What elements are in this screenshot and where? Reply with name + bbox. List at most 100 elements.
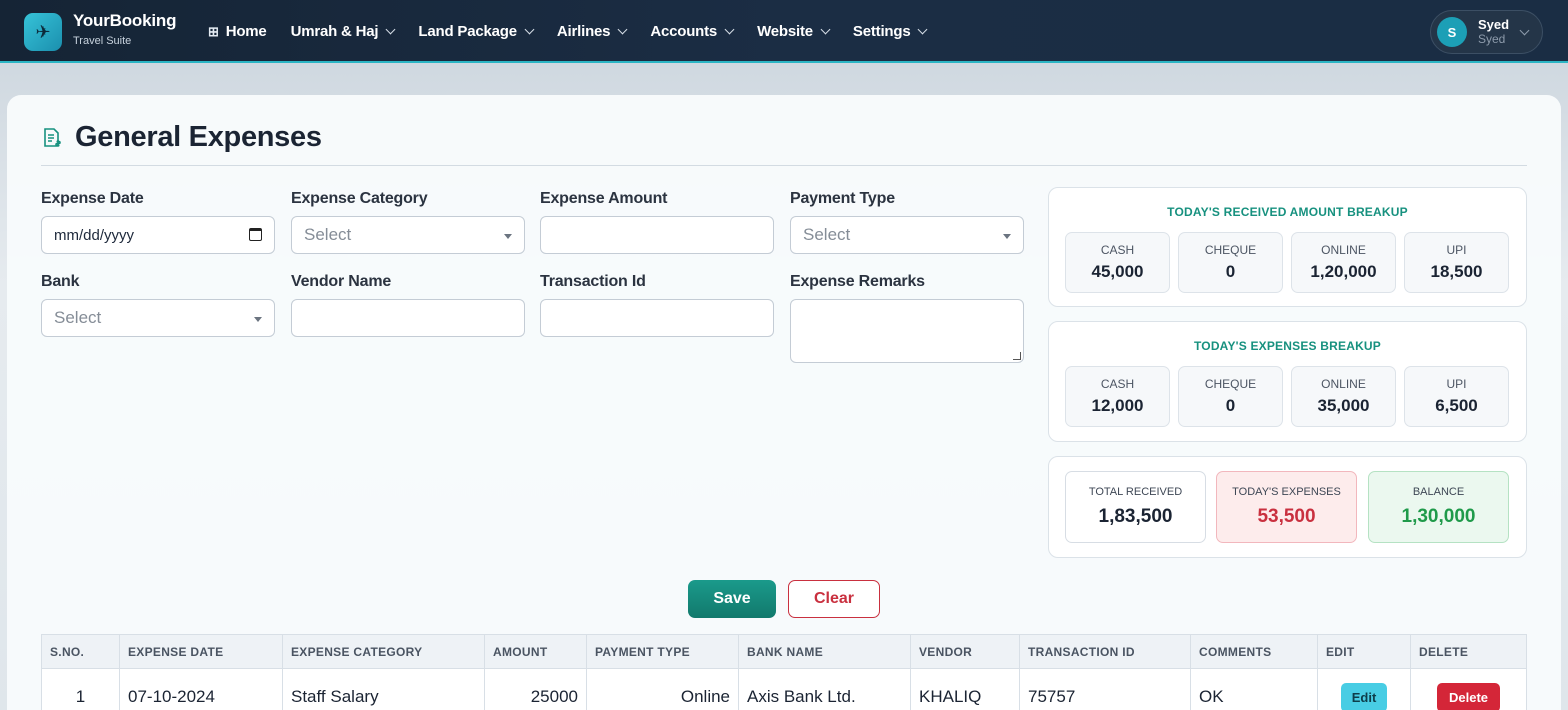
field-label: Expense Remarks (790, 273, 925, 290)
cell-category: Staff Salary (282, 668, 485, 710)
sum-label: BALANCE (1412, 486, 1465, 498)
col-header: PAYMENT TYPE (586, 634, 739, 669)
nav-home[interactable]: ⊞ Home (208, 23, 267, 40)
nav-umrah-haj[interactable]: Umrah & Haj (291, 23, 396, 40)
tile-value: 6,500 (1435, 396, 1478, 415)
cell-bank: Axis Bank Ltd. (738, 668, 911, 710)
nav-website[interactable]: Website (757, 23, 831, 40)
col-header: DELETE (1410, 634, 1527, 669)
tile-value: 1,20,000 (1310, 262, 1377, 281)
expense-cash-tile: CASH 12,000 (1065, 366, 1170, 427)
received-online-tile: ONLINE 1,20,000 (1291, 232, 1396, 293)
tile-value: 0 (1225, 262, 1236, 281)
field-label: Vendor Name (291, 273, 392, 290)
field-label: Bank (41, 273, 80, 290)
nav-accounts[interactable]: Accounts (650, 23, 735, 40)
nav-airlines[interactable]: Airlines (556, 23, 628, 40)
sum-label: TODAY'S EXPENSES (1232, 486, 1341, 498)
tile-label: UPI (1446, 377, 1467, 391)
save-button[interactable]: Save (688, 580, 776, 618)
col-header: COMMENTS (1190, 634, 1318, 669)
divider (41, 165, 1527, 166)
expense-date-input[interactable]: mm/dd/yyyy (41, 216, 275, 254)
avatar: S (1437, 17, 1467, 47)
col-header: VENDOR (910, 634, 1020, 669)
tile-label: UPI (1446, 243, 1467, 257)
panel-title: TODAY'S EXPENSES BREAKUP (1193, 339, 1382, 353)
col-header: EDIT (1317, 634, 1411, 669)
received-cash-tile: CASH 45,000 (1065, 232, 1170, 293)
col-header: TRANSACTION ID (1019, 634, 1191, 669)
user-name: Syed (1478, 17, 1510, 33)
user-menu[interactable]: S Syed Syed (1430, 10, 1543, 54)
expense-upi-tile: UPI 6,500 (1404, 366, 1509, 427)
tile-value: 35,000 (1317, 396, 1370, 415)
total-received-box: TOTAL RECEIVED 1,83,500 (1065, 471, 1206, 543)
received-cheque-tile: CHEQUE 0 (1178, 232, 1283, 293)
payment-type-select[interactable]: Select (790, 216, 1024, 254)
date-placeholder: mm/dd/yyyy (54, 226, 135, 244)
cell-date: 07-10-2024 (119, 668, 283, 710)
bank-select[interactable]: Select (41, 299, 275, 337)
col-header: BANK NAME (738, 634, 911, 669)
brand-name: YourBooking (73, 11, 177, 30)
chevron-down-icon (385, 24, 396, 35)
balance-box: BALANCE 1,30,000 (1368, 471, 1509, 543)
sum-value: 53,500 (1257, 506, 1316, 527)
expense-remarks-field: Expense Remarks (790, 273, 1024, 363)
expense-date-field: Expense Date mm/dd/yyyy (41, 190, 275, 254)
select-value: Select (803, 225, 851, 244)
summary-panel: TOTAL RECEIVED 1,83,500 TODAY'S EXPENSES… (1048, 456, 1527, 558)
expense-remarks-textarea[interactable] (790, 299, 1024, 363)
plane-logo-icon[interactable]: ✈ (24, 13, 62, 51)
chevron-down-icon (918, 24, 928, 35)
select-value: Select (304, 225, 352, 244)
expenses-breakup-panel: TODAY'S EXPENSES BREAKUP CASH 12,000 CHE… (1048, 321, 1527, 442)
table-row: 1 07-10-2024 Staff Salary 25000 Online A… (41, 668, 1527, 710)
tile-value: 0 (1225, 396, 1236, 415)
user-role: Syed (1478, 31, 1506, 46)
cell-transaction-id: 75757 (1019, 668, 1191, 710)
nav-settings[interactable]: Settings (853, 23, 928, 40)
field-label: Payment Type (790, 190, 895, 207)
vendor-name-input[interactable] (291, 299, 525, 337)
nav-label: Home (225, 23, 267, 40)
clear-button[interactable]: Clear (788, 580, 880, 618)
transaction-id-input[interactable] (540, 299, 774, 337)
expense-amount-input[interactable] (540, 216, 774, 254)
brand[interactable]: YourBooking Travel Suite (73, 11, 176, 47)
edit-button[interactable]: Edit (1340, 682, 1388, 710)
sum-label: TOTAL RECEIVED (1088, 486, 1183, 498)
tile-label: ONLINE (1321, 377, 1366, 391)
received-breakup-panel: TODAY'S RECEIVED AMOUNT BREAKUP CASH 45,… (1048, 187, 1527, 307)
payment-type-field: Payment Type Select (790, 190, 1024, 254)
panel-title: TODAY'S RECEIVED AMOUNT BREAKUP (1167, 205, 1408, 219)
expense-online-tile: ONLINE 35,000 (1291, 366, 1396, 427)
bank-field: Bank Select (41, 273, 275, 337)
nav-label: Airlines (556, 23, 611, 40)
cell-amount: 25000 (484, 668, 587, 710)
top-navbar: ✈ YourBooking Travel Suite ⊞ Home Umrah … (0, 0, 1568, 63)
caret-down-icon (1003, 234, 1011, 239)
transaction-id-field: Transaction Id (540, 273, 774, 337)
tile-label: CASH (1100, 377, 1135, 391)
sum-value: 1,83,500 (1098, 506, 1173, 527)
calendar-icon[interactable] (249, 228, 262, 241)
cell-comments: OK (1190, 668, 1318, 710)
vendor-name-field: Vendor Name (291, 273, 525, 337)
nav-land-package[interactable]: Land Package (418, 23, 535, 40)
grid-icon: ⊞ (208, 23, 219, 39)
select-value: Select (54, 308, 102, 327)
expense-category-field: Expense Category Select (291, 190, 525, 254)
tile-value: 12,000 (1091, 396, 1144, 415)
tile-label: ONLINE (1321, 243, 1366, 257)
tile-value: 45,000 (1091, 262, 1144, 281)
tile-label: CHEQUE (1204, 243, 1257, 257)
resize-handle-icon[interactable] (1013, 352, 1021, 360)
todays-expenses-box: TODAY'S EXPENSES 53,500 (1216, 471, 1357, 543)
expense-category-select[interactable]: Select (291, 216, 525, 254)
delete-button[interactable]: Delete (1436, 682, 1501, 710)
field-label: Expense Category (291, 190, 428, 207)
received-upi-tile: UPI 18,500 (1404, 232, 1509, 293)
caret-down-icon (504, 234, 512, 239)
